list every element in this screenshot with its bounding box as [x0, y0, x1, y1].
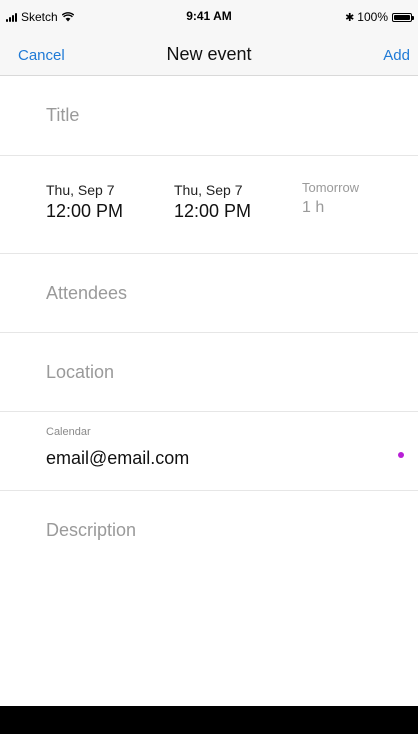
add-button[interactable]: Add [383, 47, 410, 64]
end-date: Thu, Sep 7 [174, 182, 243, 198]
location-placeholder: Location [46, 362, 115, 382]
battery-percent: 100% [357, 10, 388, 24]
navigation-bar: Cancel New event Add [0, 34, 418, 76]
attendees-field[interactable]: Attendees [0, 254, 418, 333]
calendar-selector[interactable]: Calendar email@email.com [0, 412, 418, 491]
title-field[interactable]: Title [0, 76, 418, 156]
attendees-placeholder: Attendees [46, 283, 128, 303]
event-form: Title Thu, Sep 7 12:00 PM Thu, Sep 7 12:… [0, 76, 418, 611]
status-bar: Sketch 9:41 AM ✱ 100% [0, 0, 418, 34]
duration-info: Tomorrow 1 h [302, 180, 359, 217]
description-placeholder: Description [46, 520, 137, 540]
description-field[interactable]: Description [0, 491, 418, 611]
bottom-margin [0, 706, 418, 734]
app-screen: Sketch 9:41 AM ✱ 100% Cancel New event A… [0, 0, 418, 706]
start-date: Thu, Sep 7 [46, 182, 115, 198]
page-title: New event [166, 44, 252, 64]
calendar-label: Calendar [46, 426, 91, 438]
location-field[interactable]: Location [0, 333, 418, 412]
end-datetime[interactable]: Thu, Sep 7 12:00 PM [174, 182, 251, 222]
calendar-value: email@email.com [46, 448, 190, 468]
duration-length: 1 h [302, 199, 325, 216]
duration-day: Tomorrow [302, 180, 360, 195]
start-datetime[interactable]: Thu, Sep 7 12:00 PM [46, 182, 123, 222]
bluetooth-icon: ✱ [345, 11, 355, 24]
end-time: 12:00 PM [174, 201, 252, 221]
status-right: ✱ 100% [345, 10, 414, 24]
date-time-row: Thu, Sep 7 12:00 PM Thu, Sep 7 12:00 PM … [0, 156, 418, 254]
battery-icon [392, 12, 414, 22]
calendar-color-dot [398, 452, 404, 458]
start-time: 12:00 PM [46, 201, 124, 221]
title-placeholder: Title [46, 105, 80, 125]
